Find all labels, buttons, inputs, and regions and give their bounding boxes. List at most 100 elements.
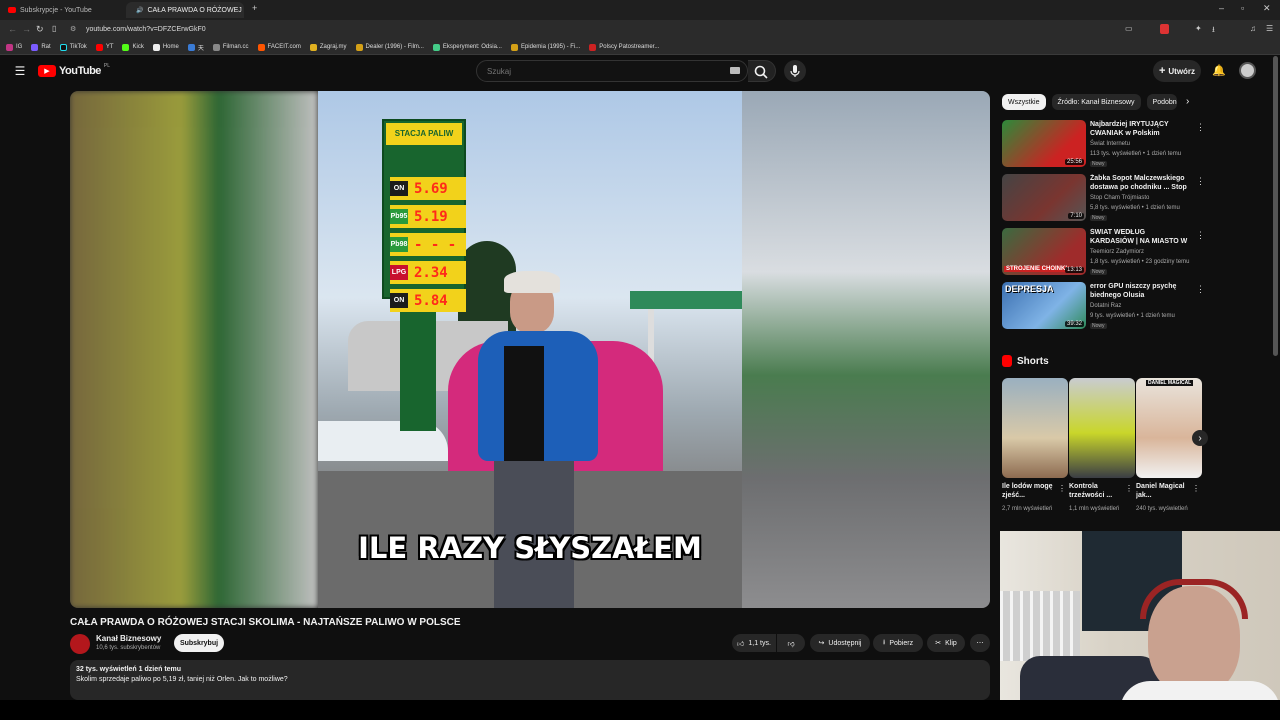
chip-all[interactable]: Wszystkie (1002, 94, 1046, 110)
x-icon (152, 43, 160, 51)
create-button[interactable]: + Utwórz (1153, 60, 1201, 82)
reload-icon[interactable]: ↻ (36, 24, 44, 35)
share-button[interactable]: ↪ Udostępnij (810, 634, 870, 652)
back-icon[interactable]: ← (8, 24, 17, 34)
film-icon (355, 43, 363, 51)
bookmark-icon[interactable]: ▯ (52, 24, 56, 33)
price-row-on: ON 5.69 (390, 177, 466, 200)
bookmark-kick[interactable]: Kick (122, 43, 144, 51)
short-item[interactable]: DANIEL MAGICAL Daniel Magical jak... 240… (1136, 378, 1202, 514)
filter-chips: Wszystkie Źródło: Kanał Biznesowy Podobn… (1002, 94, 1177, 110)
close-window-icon[interactable]: ✕ (1263, 3, 1271, 14)
new-badge: Nowy (1090, 323, 1107, 329)
bookmark-epidemia[interactable]: Epidemia (1995) - Fi... (510, 43, 580, 51)
like-button[interactable]: 👍︎ 1,1 tys. (732, 634, 776, 652)
new-badge: Nowy (1090, 215, 1107, 221)
page-scrollbar[interactable] (1273, 56, 1278, 356)
zagraj-icon (309, 43, 317, 51)
channel-name[interactable]: Kanał Biznesowy (96, 634, 161, 643)
youtube-icon (95, 43, 103, 51)
cast-icon[interactable]: ▭ (1125, 24, 1133, 33)
create-label: Utwórz (1168, 66, 1196, 76)
description-box[interactable]: 32 tys. wyświetleń 1 dzień temu Skolim s… (70, 660, 990, 700)
plus-icon: + (1158, 65, 1166, 77)
audio-playing-icon: 🔊 (136, 7, 144, 14)
shorts-next-chevron-icon[interactable]: › (1192, 430, 1208, 446)
menu-icon[interactable]: ☰ (1266, 24, 1273, 33)
keyboard-icon[interactable] (730, 67, 740, 74)
scissors-icon: ✂ (935, 640, 942, 647)
more-icon: ⋯ (976, 640, 984, 647)
extensions-icon[interactable]: ✦ (1195, 24, 1202, 33)
new-tab-icon[interactable]: + (252, 3, 257, 13)
chip-similar[interactable]: Podobne (1146, 94, 1177, 110)
more-options-icon[interactable]: ⋮ (1196, 122, 1205, 133)
voice-search-button[interactable] (784, 60, 806, 82)
rec-meta: 113 tys. wyświetleń • 1 dzień temu (1090, 151, 1182, 157)
bookmark-rat[interactable]: Rat (31, 43, 51, 51)
more-actions-button[interactable]: ⋯ (970, 634, 990, 652)
bookmark-home[interactable]: Home (152, 43, 179, 51)
search-icon (754, 65, 768, 79)
film-icon (432, 43, 440, 51)
bookmark-faceit[interactable]: FACEIT.com (257, 43, 301, 51)
short-item[interactable]: Kontrola trzeźwości ... 1,1 mln wyświetl… (1069, 378, 1135, 514)
notifications-bell-icon[interactable]: 🔔 (1212, 64, 1226, 77)
more-options-icon[interactable]: ⋮ (1125, 484, 1133, 493)
url-text[interactable]: youtube.com/watch?v=DFZCErwGkF0 (86, 26, 206, 33)
download-icon[interactable]: ⭳ (1212, 24, 1215, 38)
clip-button[interactable]: ✂ Klip (927, 634, 965, 652)
chip-source[interactable]: Źródło: Kanał Biznesowy (1051, 94, 1141, 110)
download-button[interactable]: ⭳ Pobierz (873, 634, 923, 652)
bookmark-yt[interactable]: YT (95, 43, 113, 51)
youtube-logo[interactable]: ▶ YouTube PL (38, 63, 110, 77)
minimize-icon[interactable]: – (1219, 3, 1224, 13)
tab-subskrypcje[interactable]: Subskrypcje - YouTube (2, 2, 122, 18)
chevron-right-icon[interactable]: › (1186, 96, 1189, 107)
video-thumbnail: 25:56 (1002, 120, 1086, 167)
dislike-button[interactable]: 👎︎ (777, 634, 805, 652)
more-options-icon[interactable]: ⋮ (1058, 484, 1066, 493)
short-title: Daniel Magical jak... (1136, 483, 1185, 499)
bookmark-ig[interactable]: IG (6, 43, 22, 51)
recommendation-item[interactable]: STROJENIE CHOINKI 13:13 ŚWIAT WEDŁUG KAR… (1002, 228, 1205, 278)
maximize-icon[interactable]: ▫ (1241, 3, 1244, 13)
duration-badge: 25:56 (1064, 159, 1084, 165)
bookmark-zagraj[interactable]: Zagraj.my (309, 43, 347, 51)
extension-shield-icon[interactable] (1160, 24, 1169, 34)
thumbs-down-icon: 👎︎ (787, 640, 795, 648)
short-views: 240 tys. wyświetleń (1136, 506, 1188, 512)
short-thumbnail: DANIEL MAGICAL (1136, 378, 1202, 478)
thumbnail-text: DEPRESJA (1005, 284, 1054, 294)
recommendation-item[interactable]: 25:56 Najbardziej IRYTUJĄCY CWANIAK w Po… (1002, 120, 1205, 170)
bookmark-tiktok[interactable]: TikTok (59, 43, 87, 51)
more-options-icon[interactable]: ⋮ (1196, 176, 1205, 187)
price-row-pb95: Pb95 5.19 (390, 205, 466, 228)
more-options-icon[interactable]: ⋮ (1196, 230, 1205, 241)
station-canopy (630, 291, 742, 309)
site-info-icon[interactable]: ⚙ (70, 25, 76, 33)
bookmark-eksperyment[interactable]: Eksperyment: Odsia... (432, 43, 502, 51)
view-stats: 32 tys. wyświetleń 1 dzień temu (76, 666, 182, 673)
subscribe-button[interactable]: Subskrybuj (174, 634, 224, 652)
guide-menu-icon[interactable]: ☰ (12, 64, 28, 78)
video-player[interactable]: STACJA PALIW ON 5.69 Pb95 5.19 Pb98- - - L… (70, 91, 990, 608)
bookmark-patostreamer[interactable]: Polscy Patostreamer... (589, 43, 659, 51)
forward-icon[interactable]: → (22, 24, 31, 34)
rec-title: Żabka Sopot Malczewskiego dostawa po cho… (1090, 175, 1187, 191)
media-icon[interactable]: ♫ (1250, 24, 1256, 33)
bookmark-tian[interactable]: 天 (187, 43, 204, 52)
short-item[interactable]: Ile lodów mogę zjeść... 2,7 mln wyświetl… (1002, 378, 1068, 514)
video-thumbnail: 7:10 (1002, 174, 1086, 221)
bookmark-filman[interactable]: Filman.cc (212, 43, 249, 51)
recommendation-item[interactable]: 7:10 Żabka Sopot Malczewskiego dostawa p… (1002, 174, 1205, 224)
tab-current-video[interactable]: 🔊 CAŁA PRAWDA O RÓŻOWEJ ✕ (126, 2, 244, 18)
search-input[interactable] (476, 60, 748, 82)
recommendation-item[interactable]: DEPRESJA 39:32 error GPU niszczy psychę … (1002, 282, 1205, 332)
search-button[interactable] (748, 60, 776, 82)
bookmark-dealer[interactable]: Dealer (1996) - Film... (355, 43, 424, 51)
avatar[interactable] (1239, 62, 1256, 79)
channel-avatar[interactable] (70, 634, 90, 654)
more-options-icon[interactable]: ⋮ (1196, 284, 1205, 295)
more-options-icon[interactable]: ⋮ (1192, 484, 1200, 493)
